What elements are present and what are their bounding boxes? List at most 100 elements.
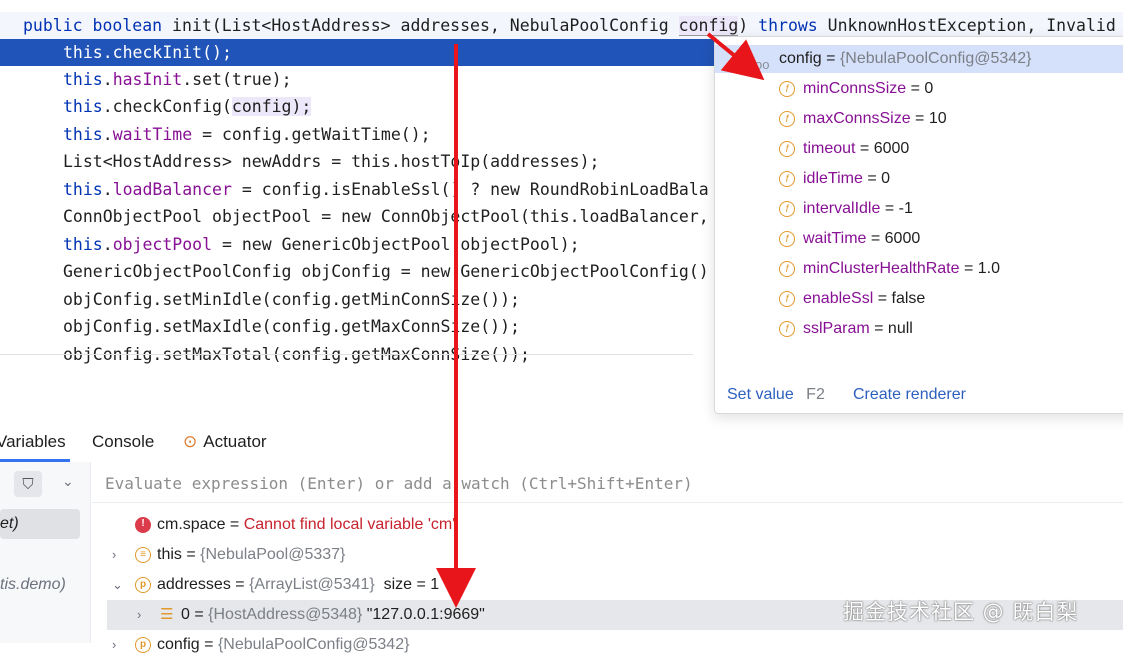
field-icon: f <box>779 111 795 127</box>
chevron-down-icon[interactable]: ⌄ <box>112 570 123 600</box>
filter-icon[interactable]: ⛉ <box>14 471 42 497</box>
tab-actuator-label: Actuator <box>203 432 267 451</box>
field-value: null <box>887 320 913 337</box>
code-token: .checkInit(); <box>102 43 232 62</box>
code-line[interactable]: ConnObjectPool objectPool = new ConnObje… <box>0 203 709 230</box>
var-value: {NebulaPool@5337} <box>200 546 346 563</box>
var-eq: = <box>189 606 209 623</box>
popup-field-row[interactable]: f enableSsl = false <box>715 285 1123 313</box>
keyword: throws <box>758 16 818 35</box>
field-value: 6000 <box>873 140 910 157</box>
field-eq: = <box>910 110 929 127</box>
code-token: new ConnObjectPool(this.loadBalancer, <box>341 207 709 226</box>
code-token: this.hostToIp(addresses); <box>351 152 600 171</box>
code-token: .checkConfig( <box>102 97 232 116</box>
frame-item[interactable]: tis.demo) <box>0 575 66 595</box>
popup-root-name: config <box>779 50 822 67</box>
popup-field-row[interactable]: f maxConnsSize = 10 <box>715 105 1123 133</box>
field-icon: f <box>779 321 795 337</box>
evaluate-expression-input[interactable]: Evaluate expression (Enter) or add a wat… <box>92 466 1123 503</box>
code-token: ConnObjectPool objectPool = <box>63 207 342 226</box>
tab-variables[interactable]: Variables <box>0 432 66 452</box>
field-name: enableSsl <box>803 290 874 307</box>
var-string-value: "127.0.0.1:9669" <box>366 606 485 623</box>
code-token: config.getMaxConnSize()); <box>271 317 520 336</box>
popup-field-row[interactable]: f minClusterHealthRate = 1.0 <box>715 255 1123 283</box>
set-value-link[interactable]: Set value F2 <box>727 377 825 413</box>
code-token: this <box>63 235 103 254</box>
code-line-current[interactable]: this.checkInit(); <box>0 39 720 66</box>
code-token: this <box>63 70 103 89</box>
field-name: minClusterHealthRate <box>803 260 960 277</box>
var-eq: = <box>230 576 250 593</box>
code-line[interactable]: this.hasInit.set(true); <box>0 66 292 93</box>
field-eq: = <box>869 320 888 337</box>
variable-row-config[interactable]: › p config = {NebulaPoolConfig@5342} <box>92 630 1123 660</box>
inline-value-popup[interactable]: oo config = {NebulaPoolConfig@5342} f min… <box>714 36 1123 414</box>
frame-item-selected[interactable]: et) <box>0 509 80 539</box>
popup-field-row[interactable]: f waitTime = 6000 <box>715 225 1123 253</box>
code-line[interactable]: this.objectPool = new GenericObjectPool(… <box>0 231 580 258</box>
debug-tabs: Variables Console ⊙ Actuator <box>0 422 1123 462</box>
horizontal-scrollbar[interactable] <box>0 354 693 361</box>
code-token: hasInit <box>112 70 183 89</box>
code-token: . <box>102 180 113 199</box>
popup-field-row[interactable]: f idleTime = 0 <box>715 165 1123 193</box>
parameter-icon: p <box>135 577 151 593</box>
code-line[interactable]: objConfig.setMinIdle(config.getMinConnSi… <box>0 286 520 313</box>
list-item-icon: ☰ <box>160 606 174 623</box>
field-icon: f <box>779 261 795 277</box>
field-value: 10 <box>928 110 947 127</box>
field-icon: f <box>779 81 795 97</box>
variable-row-error[interactable]: ! cm.space = Cannot find local variable … <box>92 510 1123 540</box>
tab-console[interactable]: Console <box>92 432 154 452</box>
variable-row-this[interactable]: › ≡ this = {NebulaPool@5337} <box>92 540 1123 570</box>
code-token: = config.getWaitTime(); <box>192 125 431 144</box>
field-name: intervalIdle <box>803 200 881 217</box>
set-value-label: Set value <box>727 386 794 403</box>
config-param-token[interactable]: config <box>678 16 739 36</box>
field-eq: = <box>959 260 978 277</box>
code-token: GenericObjectPoolConfig objConfig = <box>63 262 421 281</box>
var-value: {ArrayList@5341} <box>249 576 375 593</box>
popup-footer: Set value F2 Create renderer <box>715 377 1123 413</box>
field-name: timeout <box>803 140 856 157</box>
chevron-down-icon[interactable]: ⌄ <box>62 474 74 490</box>
code-line[interactable]: this.waitTime = config.getWaitTime(); <box>0 121 431 148</box>
field-value: false <box>891 290 926 307</box>
popup-field-row[interactable]: f timeout = 6000 <box>715 135 1123 163</box>
create-renderer-link[interactable]: Create renderer <box>853 377 966 413</box>
code-line[interactable]: this.checkConfig(config); <box>0 93 312 120</box>
frame-label: et) <box>0 515 19 532</box>
code-token: objConfig.setMinIdle( <box>63 290 272 309</box>
field-eq: = <box>873 290 892 307</box>
popup-field-row[interactable]: f minConnsSize = 0 <box>715 75 1123 103</box>
code-token: . <box>102 70 113 89</box>
chevron-right-icon[interactable]: › <box>137 600 141 630</box>
var-name: config <box>157 636 200 653</box>
chevron-right-icon[interactable]: › <box>112 540 116 570</box>
field-name: waitTime <box>803 230 867 247</box>
code-line[interactable]: List<HostAddress> newAddrs = this.hostTo… <box>0 148 599 175</box>
signature-text: ) <box>738 16 759 35</box>
popup-field-row[interactable]: f sslParam = null <box>715 315 1123 343</box>
popup-root-row[interactable]: oo config = {NebulaPoolConfig@5342} <box>715 45 1123 73</box>
var-name: addresses <box>157 576 231 593</box>
tab-actuator[interactable]: ⊙ Actuator <box>183 432 267 452</box>
popup-field-row[interactable]: f intervalIdle = -1 <box>715 195 1123 223</box>
var-value: {NebulaPoolConfig@5342} <box>217 636 410 653</box>
code-line[interactable]: objConfig.setMaxIdle(config.getMaxConnSi… <box>0 313 520 340</box>
method-signature-line[interactable]: public boolean init(List<HostAddress> ad… <box>0 12 1123 39</box>
code-token: List<HostAddress> newAddrs = <box>63 152 352 171</box>
keyword: boolean <box>92 16 163 35</box>
field-eq: = <box>880 200 899 217</box>
code-token: objectPool <box>112 235 213 254</box>
code-token: . <box>102 235 113 254</box>
code-line[interactable]: this.loadBalancer = config.isEnableSsl()… <box>0 176 709 203</box>
var-value: {HostAddress@5348} <box>208 606 363 623</box>
field-name: maxConnsSize <box>803 110 911 127</box>
code-line[interactable]: GenericObjectPoolConfig objConfig = new … <box>0 258 709 285</box>
code-token: new GenericObjectPoolConfig() <box>420 262 709 281</box>
chevron-right-icon[interactable]: › <box>112 630 116 660</box>
field-eq: = <box>855 140 874 157</box>
